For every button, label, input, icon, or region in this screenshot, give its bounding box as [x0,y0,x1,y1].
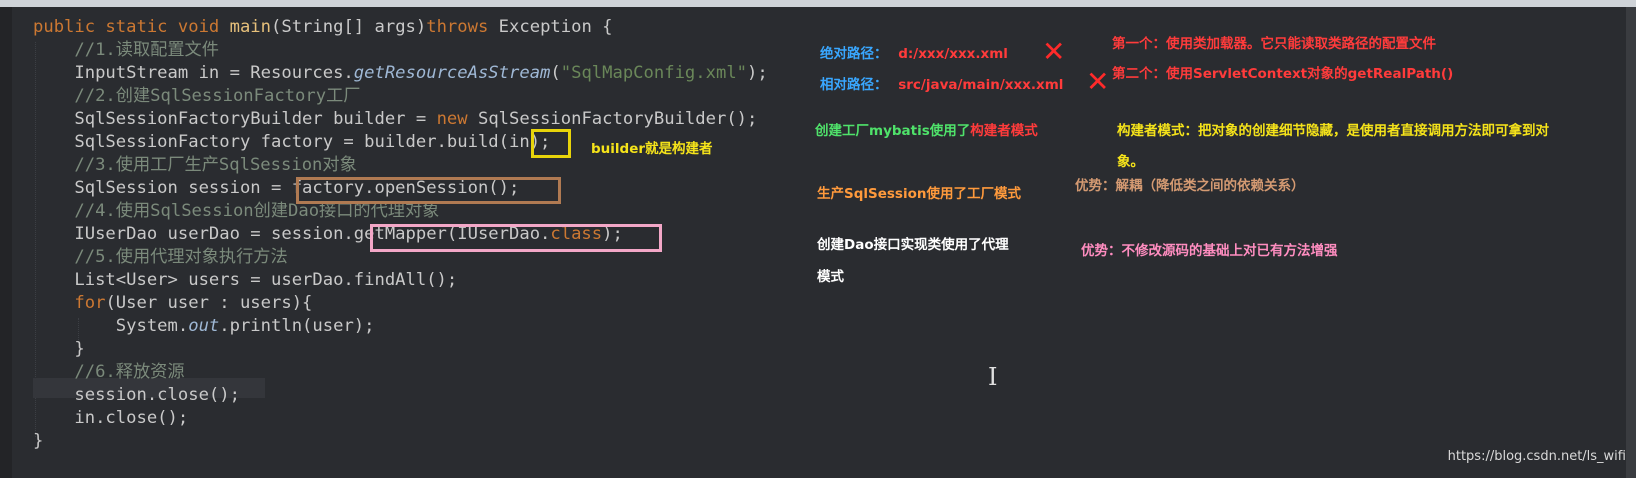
factory-note-prefix: 创建工厂mybatis使用了 [815,123,971,139]
code-token: session.close(); [33,385,240,405]
option-one-note: 第一个：使用类加载器。它只能读取类路径的配置文件 [1112,36,1436,52]
code-line[interactable]: IUserDao userDao = session.getMapper(IUs… [33,223,623,245]
code-token: ( [550,63,561,83]
factory-note-pattern: 构建者模式 [970,123,1038,139]
code-token: } [33,431,44,451]
builder-pattern-desc-line1: 构建者模式：把对象的创建细节隐藏，是使用者直接调用方法即可拿到对 [1117,123,1549,139]
code-token: SqlSessionFactory factory = builder.buil… [33,132,551,152]
code-token: ); [747,63,768,83]
watermark: https://blog.csdn.net/ls_wifi [1447,449,1626,464]
code-line[interactable]: public static void main(String[] args)th… [33,16,613,38]
code-token: getResourceAsStream [353,63,551,83]
code-line[interactable]: //5.使用代理对象执行方法 [33,246,288,268]
code-token: //3.使用工厂生产SqlSession对象 [33,155,357,175]
code-token: SqlSession session = factory.openSession… [33,178,520,198]
code-line[interactable]: SqlSessionFactoryBuilder builder = new S… [33,108,757,130]
code-token: System. [33,316,189,336]
session-advantage-note: 优势：解耦（降低类之间的依赖关系） [1075,178,1305,194]
code-token: (String[] args) [271,17,427,37]
code-line[interactable]: SqlSessionFactory factory = builder.buil… [33,131,550,153]
code-token: throws [426,17,499,37]
code-line[interactable]: SqlSession session = factory.openSession… [33,177,519,199]
code-line[interactable]: //4.使用SqlSession创建Dao接口的代理对象 [33,200,439,222]
absolute-path-value: d:/xxx/xxx.xml [898,46,1008,62]
relative-path-label: 相对路径： [820,77,888,93]
code-token: class [550,224,603,244]
dao-proxy-note-line2: 模式 [817,269,844,285]
text-cursor-icon: I [988,363,998,391]
dao-advantage-note: 优势：不修改源码的基础上对已有方法增强 [1081,243,1338,259]
option-two-note: 第二个：使用ServletContext对象的getRealPath() [1112,66,1454,82]
code-line[interactable]: } [33,430,43,452]
absolute-path-note: 绝对路径： d:/xxx/xxx.xml [820,45,1008,63]
code-line[interactable]: in.close(); [33,407,188,429]
code-token: //1.读取配置文件 [33,40,219,60]
code-token: } [33,339,85,359]
code-token: //6.释放资源 [33,362,185,382]
code-line[interactable]: } [33,338,85,360]
relative-path-note: 相对路径： src/java/main/xxx.xml [820,76,1063,94]
code-token: in.close(); [33,408,189,428]
code-token: Exception { [498,17,613,37]
code-token: //2.创建SqlSessionFactory工厂 [33,86,361,106]
code-token: main [229,17,272,37]
code-token: new [436,109,478,129]
code-line[interactable]: System.out.println(user); [33,315,375,337]
code-line[interactable]: //3.使用工厂生产SqlSession对象 [33,154,357,176]
code-token: InputStream in = Resources. [33,63,354,83]
cross-mark-icon: ✕ [1042,35,1066,68]
session-factory-note: 生产SqlSession使用了工厂模式 [817,186,1021,202]
dao-proxy-note-line1: 创建Dao接口实现类使用了代理 [817,237,1009,253]
code-line[interactable]: //2.创建SqlSessionFactory工厂 [33,85,360,107]
factory-builder-note: 创建工厂mybatis使用了构建者模式 [815,122,1038,140]
code-token: .println(user); [219,316,375,336]
builder-note: builder就是构建者 [591,141,713,157]
code-line[interactable]: InputStream in = Resources.getResourceAs… [33,62,768,84]
code-token: SqlSessionFactoryBuilder builder = [33,109,437,129]
code-line[interactable]: List<User> users = userDao.findAll(); [33,269,457,291]
code-line[interactable]: for(User user : users){ [33,292,312,314]
code-line[interactable]: //1.读取配置文件 [33,39,219,61]
code-token: //4.使用SqlSession创建Dao接口的代理对象 [33,201,440,221]
code-token: SqlSessionFactoryBuilder(); [477,109,758,129]
code-token: public static void [33,17,230,37]
code-line[interactable]: session.close(); [33,384,240,406]
code-token: IUserDao userDao = session.getMapper(IUs… [33,224,551,244]
code-line[interactable]: //6.释放资源 [33,361,185,383]
window-top-bar [0,0,1636,7]
absolute-path-label: 绝对路径： [820,46,888,62]
editor-scrollbar[interactable] [1626,7,1636,478]
code-token: (User user : users){ [105,293,313,313]
cross-mark-icon: ✕ [1086,65,1110,98]
code-token: ); [602,224,623,244]
relative-path-value: src/java/main/xxx.xml [898,77,1064,93]
code-token: List<User> users = userDao.findAll(); [33,270,458,290]
builder-pattern-desc-line2: 象。 [1117,154,1144,170]
code-token: "SqlMapConfig.xml" [560,63,748,83]
editor-gutter [0,7,12,478]
code-token: for [33,293,106,313]
code-token: out [188,316,220,336]
code-token: //5.使用代理对象执行方法 [33,247,288,267]
